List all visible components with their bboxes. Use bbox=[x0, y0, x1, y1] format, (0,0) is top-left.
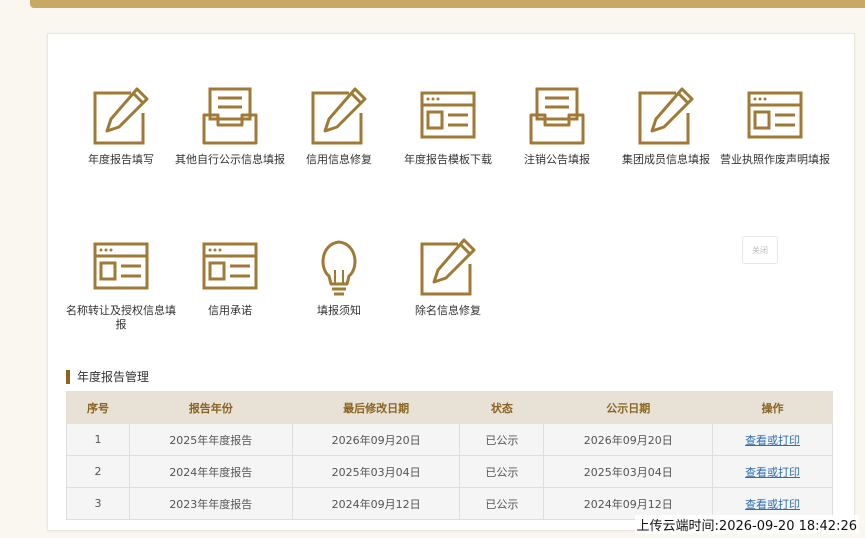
column-header: 报告年份 bbox=[128, 391, 293, 424]
table-cell: 1 bbox=[66, 423, 130, 456]
section-title: 年度报告管理 bbox=[66, 370, 149, 384]
table-cell: 2023年年度报告 bbox=[128, 487, 293, 520]
view-print-link[interactable]: 查看或打印 bbox=[745, 498, 800, 511]
table-header-row: 序号 报告年份 最后修改日期 状态 公示日期 操作 bbox=[66, 391, 833, 424]
column-header: 公示日期 bbox=[543, 391, 714, 424]
table-cell: 已公示 bbox=[459, 455, 545, 488]
tile-label: 名称转让及授权信息填报 bbox=[66, 304, 176, 331]
view-print-link[interactable]: 查看或打印 bbox=[745, 434, 800, 447]
tile-label: 填报须知 bbox=[317, 304, 361, 317]
table-cell: 2026年09月20日 bbox=[291, 423, 461, 456]
pencil-icon bbox=[638, 87, 694, 145]
tile-label: 信用信息修复 bbox=[306, 153, 372, 166]
top-banner-bar bbox=[30, 0, 865, 8]
tile-cancellation-notice[interactable]: 注销公告填报 bbox=[502, 87, 612, 167]
table-cell: 3 bbox=[66, 487, 130, 520]
tile-removal-repair[interactable]: 除名信息修复 bbox=[393, 238, 503, 318]
tile-license-void-statement[interactable]: 营业执照作废声明填报 bbox=[720, 87, 830, 167]
table-cell: 2025年03月04日 bbox=[291, 455, 461, 488]
pencil-icon bbox=[420, 238, 476, 296]
tile-label: 集团成员信息填报 bbox=[622, 153, 710, 166]
form-icon bbox=[747, 91, 803, 139]
table-cell: 2026年09月20日 bbox=[543, 423, 714, 456]
column-header: 操作 bbox=[712, 391, 833, 424]
tile-label: 年度报告模板下载 bbox=[404, 153, 492, 166]
table-cell: 2025年03月04日 bbox=[543, 455, 714, 488]
table-cell: 已公示 bbox=[459, 487, 545, 520]
pencil-icon bbox=[311, 87, 367, 145]
form-icon bbox=[420, 91, 476, 139]
tile-template-download[interactable]: 年度报告模板下载 bbox=[393, 87, 503, 167]
tile-label: 注销公告填报 bbox=[524, 153, 590, 166]
table-cell: 2025年年度报告 bbox=[128, 423, 293, 456]
tile-label: 年度报告填写 bbox=[88, 153, 154, 166]
lightbulb-icon bbox=[321, 240, 357, 296]
annual-report-table: 序号 报告年份 最后修改日期 状态 公示日期 操作 1 2025年年度报告 20… bbox=[66, 391, 833, 520]
tile-filing-notice[interactable]: 填报须知 bbox=[284, 238, 394, 318]
table-row: 1 2025年年度报告 2026年09月20日 已公示 2026年09月20日 … bbox=[66, 423, 833, 456]
table-cell: 2024年年度报告 bbox=[128, 455, 293, 488]
form-icon bbox=[93, 242, 149, 290]
column-header: 状态 bbox=[459, 391, 545, 424]
tile-credit-promise[interactable]: 信用承诺 bbox=[175, 238, 285, 318]
table-row: 2 2024年年度报告 2025年03月04日 已公示 2025年03月04日 … bbox=[66, 455, 833, 488]
table-cell: 2 bbox=[66, 455, 130, 488]
table-cell: 查看或打印 bbox=[712, 423, 833, 456]
upload-timestamp: 上传云端时间:2026-09-20 18:42:26 bbox=[634, 515, 859, 534]
tile-label: 营业执照作废声明填报 bbox=[720, 153, 830, 166]
pencil-icon bbox=[93, 87, 149, 145]
column-header: 最后修改日期 bbox=[291, 391, 461, 424]
tile-label: 其他自行公示信息填报 bbox=[175, 153, 285, 166]
tile-name-transfer[interactable]: 名称转让及授权信息填报 bbox=[66, 238, 176, 332]
column-header: 序号 bbox=[66, 391, 130, 424]
view-print-link[interactable]: 查看或打印 bbox=[745, 466, 800, 479]
tile-label: 除名信息修复 bbox=[415, 304, 481, 317]
inbox-icon bbox=[529, 87, 585, 145]
table-cell: 2024年09月12日 bbox=[291, 487, 461, 520]
inbox-icon bbox=[202, 87, 258, 145]
tile-credit-repair[interactable]: 信用信息修复 bbox=[284, 87, 394, 167]
tile-label: 信用承诺 bbox=[208, 304, 252, 317]
tile-other-public-info[interactable]: 其他自行公示信息填报 bbox=[175, 87, 285, 167]
table-cell: 已公示 bbox=[459, 423, 545, 456]
form-icon bbox=[202, 242, 258, 290]
table-cell: 查看或打印 bbox=[712, 455, 833, 488]
tile-annual-report-fill[interactable]: 年度报告填写 bbox=[66, 87, 176, 167]
close-button[interactable]: 关闭 bbox=[742, 236, 778, 264]
tile-group-members[interactable]: 集团成员信息填报 bbox=[611, 87, 721, 167]
